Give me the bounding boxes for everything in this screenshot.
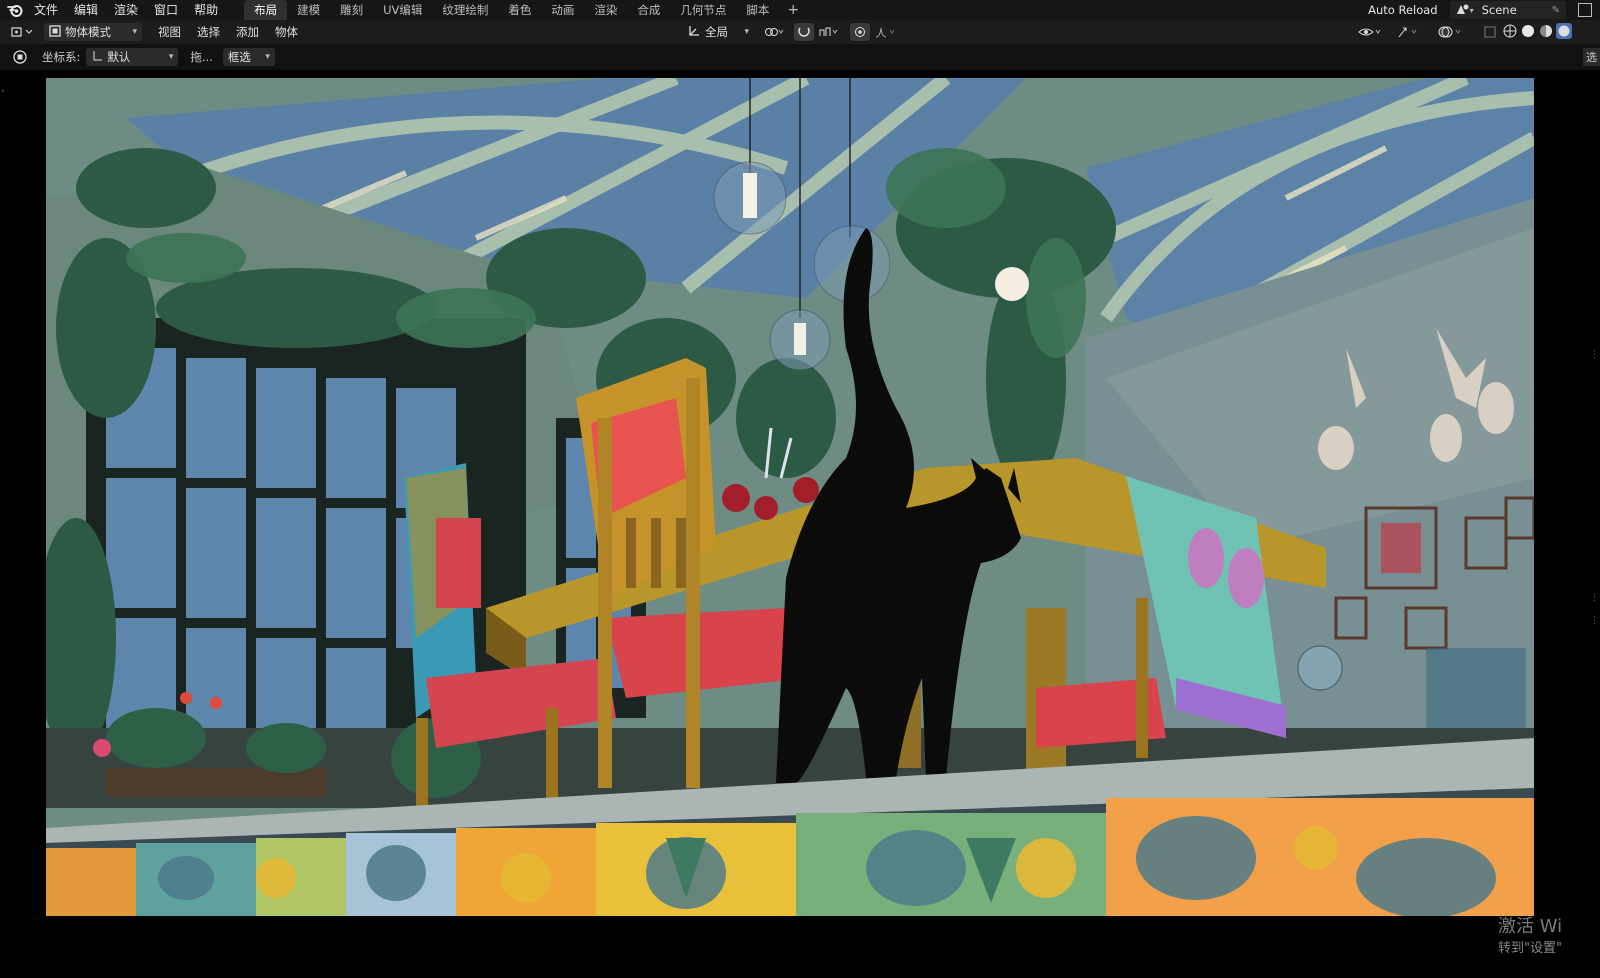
viewport-header: 物体模式 ▾ 视图 选择 添加 物体 全局 ▾ — [0, 20, 1600, 44]
orientation-label: 全局 — [705, 25, 728, 39]
pin-icon[interactable]: ✎ — [1552, 5, 1560, 16]
mode-label: 物体模式 — [65, 25, 111, 39]
resize-handle-2[interactable]: ⋮ — [1590, 593, 1599, 603]
resize-handle-3[interactable]: ⋮ — [1590, 616, 1599, 626]
select-mode-dropdown[interactable]: 框选 ▾ — [222, 48, 275, 66]
chevron-down-icon: ▾ — [744, 27, 749, 37]
3d-viewport[interactable] — [46, 78, 1534, 916]
solid-shading-icon[interactable] — [1520, 23, 1536, 42]
menu-add[interactable]: 添加 — [228, 24, 267, 40]
tab-shading[interactable]: 着色 — [498, 0, 541, 20]
scene-selector[interactable]: ▾ Scene ✎ — [1449, 1, 1566, 19]
tab-scripting[interactable]: 脚本 — [736, 0, 779, 20]
menu-help[interactable]: 帮助 — [186, 0, 226, 20]
tab-rendering[interactable]: 渲染 — [584, 0, 627, 20]
coordinate-system-value: 默认 — [107, 50, 131, 64]
tab-modeling[interactable]: 建模 — [287, 0, 330, 20]
mode-dropdown[interactable]: 物体模式 ▾ — [44, 23, 142, 41]
tool-settings-bar: 坐标系: 默认 ▾ 拖... 框选 ▾ 选 — [0, 44, 1600, 70]
pivot-point-icon[interactable] — [762, 23, 788, 41]
drag-label[interactable]: 拖... — [184, 49, 218, 65]
topbar-right: Auto Reload ▾ Scene ✎ — [1368, 0, 1600, 20]
overlays-icon[interactable] — [1436, 23, 1466, 41]
snap-icon[interactable] — [794, 23, 814, 41]
tab-texture-paint[interactable]: 纹理绘制 — [432, 0, 498, 20]
chevron-down-icon: ▾ — [1469, 5, 1474, 15]
transform-pivot-icon[interactable] — [10, 48, 30, 66]
menu-edit[interactable]: 编辑 — [66, 0, 106, 20]
add-workspace-button[interactable]: + — [779, 0, 807, 20]
auto-reload-label[interactable]: Auto Reload — [1368, 3, 1437, 17]
tab-compositing[interactable]: 合成 — [627, 0, 670, 20]
chevron-down-icon: ▾ — [265, 52, 270, 62]
scene-name: Scene — [1481, 3, 1517, 17]
rendered-scene-image — [46, 78, 1534, 916]
shading-mode-group — [1502, 23, 1572, 42]
visibility-icon[interactable] — [1356, 23, 1386, 41]
menu-file[interactable]: 文件 — [26, 0, 66, 20]
xray-icon[interactable] — [1480, 23, 1500, 41]
material-shading-icon[interactable] — [1538, 23, 1554, 42]
menu-window[interactable]: 窗口 — [146, 0, 186, 20]
scene-icon — [1456, 3, 1470, 18]
tab-uv-editing[interactable]: UV编辑 — [373, 0, 432, 20]
coordinate-system-label: 坐标系: — [42, 50, 81, 64]
chevron-down-icon: ▾ — [132, 27, 137, 37]
chevron-down-icon: ▾ — [168, 52, 174, 62]
workspace-tabs: 布局 建模 雕刻 UV编辑 纹理绘制 着色 动画 渲染 合成 几何节点 脚本 + — [244, 0, 807, 20]
menu-render[interactable]: 渲染 — [106, 0, 146, 20]
menu-view[interactable]: 视图 — [150, 24, 189, 40]
menu-object[interactable]: 物体 — [267, 24, 306, 40]
tab-layout[interactable]: 布局 — [244, 0, 288, 20]
resize-handle-1[interactable]: ⋮ — [1590, 350, 1599, 360]
transform-orientation-dropdown[interactable]: 全局 ▾ — [682, 23, 754, 41]
collapse-toolbar-icon[interactable]: › — [1, 86, 5, 96]
rendered-shading-icon[interactable] — [1556, 23, 1572, 42]
object-mode-icon — [49, 24, 61, 40]
activation-watermark-line1: 激活 Wi — [1498, 916, 1563, 937]
orientation-icon — [687, 24, 701, 41]
snap-target-icon[interactable] — [816, 23, 842, 41]
coordinate-system-dropdown[interactable]: 默认 ▾ — [86, 48, 179, 66]
sidebar-tab[interactable]: 选 — [1583, 48, 1600, 66]
activation-watermark-line2: 转到"设置" — [1498, 941, 1562, 956]
new-scene-icon[interactable] — [1578, 3, 1592, 17]
tab-geometry-nodes[interactable]: 几何节点 — [670, 0, 736, 20]
editor-type-icon[interactable] — [8, 23, 38, 41]
select-mode-value: 框选 — [227, 50, 251, 64]
blender-logo-icon[interactable] — [4, 0, 26, 20]
coordinate-axis-icon — [91, 50, 103, 65]
tab-sculpting[interactable]: 雕刻 — [330, 0, 373, 20]
falloff-icon[interactable] — [872, 23, 900, 41]
top-bar: 文件 编辑 渲染 窗口 帮助 布局 建模 雕刻 UV编辑 纹理绘制 着色 动画 … — [0, 0, 1600, 20]
proportional-edit-icon[interactable] — [850, 23, 870, 41]
tab-animation[interactable]: 动画 — [541, 0, 584, 20]
wireframe-shading-icon[interactable] — [1502, 23, 1518, 42]
gizmo-icon[interactable] — [1394, 23, 1424, 41]
menu-select[interactable]: 选择 — [189, 24, 228, 40]
